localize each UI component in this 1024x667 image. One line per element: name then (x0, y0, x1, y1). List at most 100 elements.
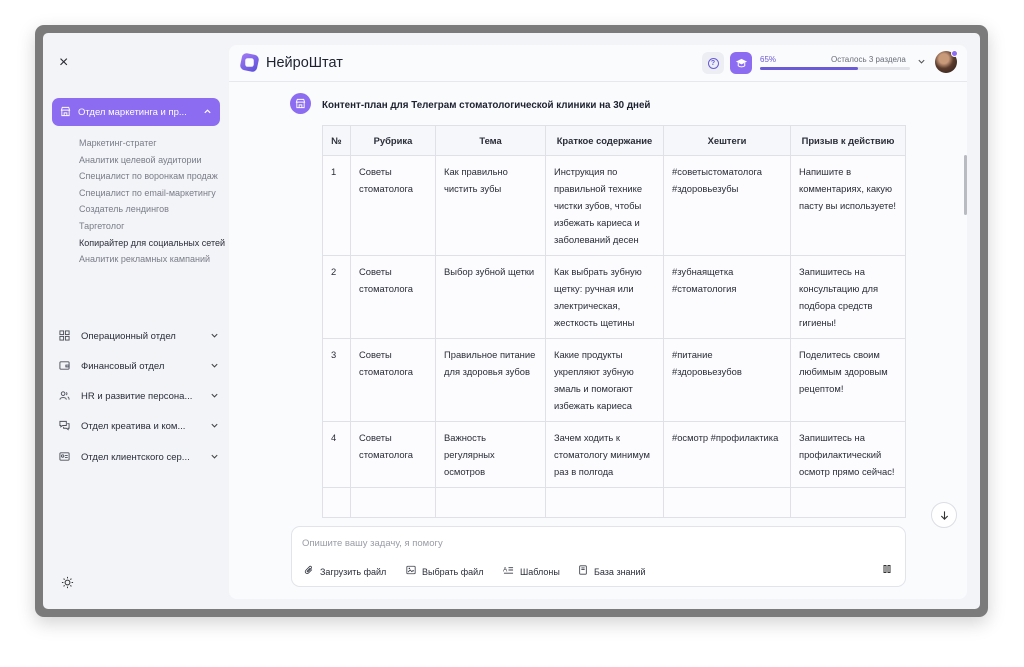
image-file-icon (406, 565, 416, 578)
choose-file-button[interactable]: Выбрать файл (406, 565, 483, 578)
table-cell: Зачем ходить к стоматологу минимум раз в… (545, 421, 664, 488)
sun-icon[interactable] (61, 576, 74, 592)
users-icon (59, 390, 71, 402)
paperclip-icon (304, 565, 314, 578)
progress-bar (760, 67, 910, 70)
table-cell: Как правильно чистить зубы (435, 155, 546, 256)
help-button[interactable]: ? (702, 52, 724, 74)
upload-file-button[interactable]: Загрузить файл (304, 565, 386, 578)
brand-name: НейроШтат (266, 55, 343, 71)
column-header: № (322, 125, 351, 156)
department-operations[interactable]: Операционный отдел (59, 328, 219, 344)
table-cell: Советы стоматолога (350, 255, 436, 339)
table-row: 2 Советы стоматолога Выбор зубной щетки … (322, 255, 906, 339)
table-cell: Советы стоматолога (350, 421, 436, 488)
graduation-cap-icon (735, 58, 747, 67)
composer: Загрузить файл Выбрать файл A Шаблоны Ба… (291, 526, 906, 587)
id-card-icon (59, 451, 71, 463)
table-row: 4 Советы стоматолога Важность регулярных… (322, 421, 906, 488)
main-panel: НейроШтат ? 65% Осталось 3 раздела Конте… (229, 45, 967, 599)
table-row: 3 Советы стоматолога Правильное питание … (322, 338, 906, 422)
chevron-down-icon[interactable] (209, 391, 219, 402)
choose-file-label: Выбрать файл (422, 566, 484, 577)
table-cell (545, 487, 664, 518)
table-cell: Поделитесь своим любимым здоровым рецепт… (790, 338, 906, 422)
book-icon (578, 565, 588, 578)
subnav-item-funnel-specialist[interactable]: Специалист по воронкам продаж (79, 170, 227, 182)
table-row (322, 487, 906, 518)
subnav-item-marketing-strategist[interactable]: Маркетинг-стратег (79, 137, 227, 149)
column-header: Призыв к действию (790, 125, 906, 156)
table-cell: Запишитесь на профилактический осмотр пр… (790, 421, 906, 488)
table-cell: Советы стоматолога (350, 338, 436, 422)
table-cell (435, 487, 546, 518)
scroll-down-button[interactable] (931, 502, 957, 528)
table-cell: #зубнаящетка #стоматология (663, 255, 791, 339)
table-cell (790, 487, 906, 518)
department-creative[interactable]: Отдел креатива и ком... (59, 418, 219, 434)
table-cell: Напишите в комментариях, какую пасту вы … (790, 155, 906, 256)
chevron-down-icon[interactable] (209, 331, 219, 342)
table-cell (350, 487, 436, 518)
chat-icon (59, 420, 71, 432)
table-cell (322, 487, 351, 518)
table-cell: #осмотр #профилактика (663, 421, 791, 488)
chevron-down-icon[interactable] (209, 361, 219, 372)
department-label: Отдел маркетинга и пр... (78, 106, 187, 118)
upload-file-label: Загрузить файл (320, 566, 387, 577)
close-icon[interactable]: × (59, 55, 73, 71)
table-cell (663, 487, 791, 518)
scrollbar[interactable] (964, 155, 967, 215)
chevron-down-icon[interactable] (209, 421, 219, 432)
table-cell: Правильное питание для здоровья зубов (435, 338, 546, 422)
grid-icon (59, 330, 71, 342)
department-subnav: Маркетинг-стратег Аналитик целевой аудит… (79, 137, 227, 270)
subnav-item-audience-analyst[interactable]: Аналитик целевой аудитории (79, 154, 227, 166)
department-label: Отдел креатива и ком... (81, 420, 186, 432)
chevron-down-icon[interactable] (917, 57, 926, 68)
subnav-item-ad-analyst[interactable]: Аналитик рекламных кампаний (79, 253, 227, 265)
table-cell: 2 (322, 255, 351, 339)
table-cell: Запишитесь на консультацию для подбора с… (790, 255, 906, 339)
app-window: × Отдел маркетинга и пр... Маркетинг-стр… (43, 33, 980, 609)
templates-button[interactable]: A Шаблоны (503, 565, 560, 578)
table-header-row: № Рубрика Тема Краткое содержание Хештег… (322, 125, 906, 156)
table-cell: Какие продукты укрепляют зубную эмаль и … (545, 338, 664, 422)
chevron-up-icon[interactable] (202, 107, 212, 118)
knowledge-base-button[interactable]: База знаний (578, 565, 646, 578)
department-label: Операционный отдел (81, 330, 176, 342)
chevron-down-icon[interactable] (209, 452, 219, 463)
department-marketing[interactable]: Отдел маркетинга и пр... (52, 98, 220, 126)
task-input[interactable] (302, 535, 882, 551)
subnav-item-email-specialist[interactable]: Специалист по email-маркетингу (79, 187, 227, 199)
department-label: HR и развитие персона... (81, 390, 193, 402)
message-title: Контент-план для Телеграм стоматологичес… (322, 100, 651, 111)
table-cell: Важность регулярных осмотров (435, 421, 546, 488)
arrow-down-icon (940, 510, 948, 520)
sidebar: × Отдел маркетинга и пр... Маркетинг-стр… (43, 33, 229, 609)
progress-fill (760, 67, 858, 70)
table-row: 1 Советы стоматолога Как правильно чисти… (322, 155, 906, 256)
column-header: Рубрика (350, 125, 436, 156)
department-label: Отдел клиентского сер... (81, 451, 190, 463)
brand-logo-icon (240, 53, 259, 72)
department-hr[interactable]: HR и развитие персона... (59, 388, 219, 404)
content-plan-table-container: № Рубрика Тема Краткое содержание Хештег… (322, 125, 906, 525)
store-icon (60, 106, 71, 119)
department-label: Финансовый отдел (81, 360, 165, 372)
department-client-service[interactable]: Отдел клиентского сер... (59, 449, 219, 465)
notification-dot (951, 50, 958, 57)
department-finance[interactable]: Финансовый отдел (59, 358, 219, 374)
subnav-item-social-copywriter[interactable]: Копирайтер для социальных сетей (79, 237, 227, 249)
svg-text:A: A (503, 566, 508, 573)
top-bar: НейроШтат ? 65% Осталось 3 раздела (229, 45, 967, 82)
graduation-cap-button[interactable] (730, 52, 752, 74)
subnav-item-targetologist[interactable]: Таргетолог (79, 220, 227, 232)
voice-input-icon[interactable] (882, 564, 892, 577)
progress-remaining: Осталось 3 раздела (831, 55, 906, 64)
progress-percent: 65% (760, 55, 777, 64)
templates-label: Шаблоны (520, 566, 560, 577)
column-header: Краткое содержание (545, 125, 664, 156)
knowledge-base-label: База знаний (594, 566, 646, 577)
subnav-item-landing-creator[interactable]: Создатель лендингов (79, 203, 227, 215)
